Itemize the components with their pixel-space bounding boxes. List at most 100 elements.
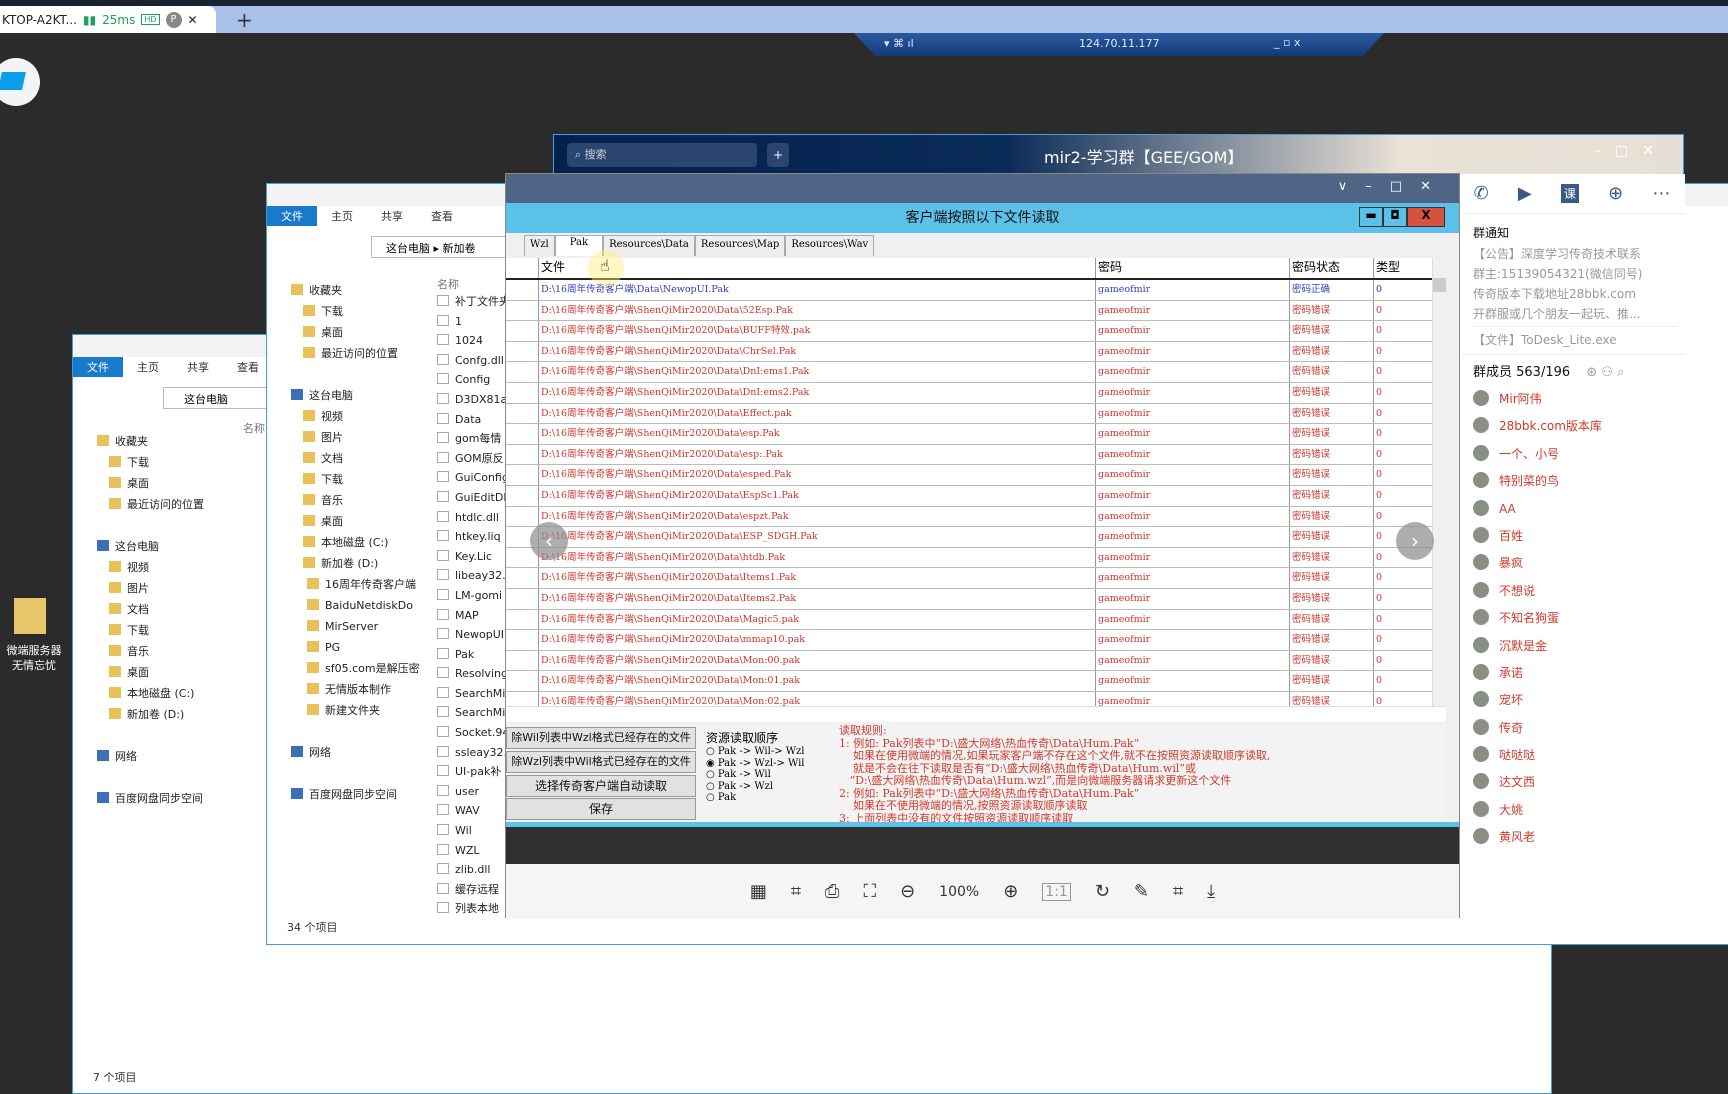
- file-item[interactable]: GuiEditDl: [437, 488, 507, 508]
- ribbon-tab[interactable]: 主页: [123, 357, 173, 377]
- member-item[interactable]: 传奇: [1459, 715, 1685, 742]
- table-row[interactable]: D:\16周年传奇客户端\ShenQiMir2020\Data\Mon:00.p…: [506, 650, 1446, 672]
- file-item[interactable]: ssleay32.: [437, 743, 507, 763]
- name-column-header[interactable]: 名称: [243, 420, 265, 436]
- file-item[interactable]: libeay32.: [437, 566, 507, 586]
- table-row[interactable]: D:\16周年传奇客户端\ShenQiMir2020\Data\BUFF特效.p…: [506, 321, 1446, 342]
- viewer-window-controls[interactable]: ∨–□✕: [1338, 179, 1449, 194]
- order-option[interactable]: ○ Pak -> Wil: [706, 769, 841, 781]
- order-option[interactable]: ○ Pak -> Wil-> Wzl: [706, 746, 841, 758]
- file-item[interactable]: 1024: [437, 331, 507, 351]
- radio-icon[interactable]: ○: [706, 781, 718, 792]
- file-item[interactable]: 补丁文件夹: [437, 292, 507, 312]
- file-item[interactable]: Data: [437, 410, 507, 430]
- file-item[interactable]: Wil: [437, 821, 507, 841]
- file-item[interactable]: Config: [437, 370, 507, 390]
- file-item[interactable]: Confg.dll: [437, 351, 507, 371]
- table-row[interactable]: D:\16周年传奇客户端\ShenQiMir2020\Data\mmap10.p…: [506, 630, 1446, 651]
- minimize-button[interactable]: ▬: [1359, 207, 1383, 227]
- todesk-logo-icon[interactable]: [0, 58, 40, 106]
- horizontal-scrollbar[interactable]: [506, 706, 1446, 722]
- member-item[interactable]: 不知名狗蛋: [1459, 605, 1685, 632]
- edit-icon[interactable]: ✎: [1134, 881, 1149, 902]
- nav-item[interactable]: 桌面: [97, 662, 204, 683]
- file-item[interactable]: UI-pak补: [437, 762, 507, 782]
- member-item[interactable]: 沉默是金: [1459, 633, 1685, 660]
- nav-item[interactable]: 文档: [291, 448, 420, 469]
- nav-item[interactable]: 网络: [291, 742, 420, 763]
- nav-item[interactable]: 文档: [97, 599, 204, 620]
- zoom-out-icon[interactable]: ⊖: [900, 881, 915, 902]
- menu-arrow-icon[interactable]: ▾ ⌘ ıl: [884, 37, 914, 50]
- table-row[interactable]: D:\16周年传奇客户端\ShenQiMir2020\Data\htdb.Pak…: [506, 547, 1446, 569]
- nav-item[interactable]: BaiduNetdiskDo: [291, 595, 420, 616]
- address-bar[interactable]: 这台电脑 ▸ 新加卷: [371, 236, 521, 258]
- phone-icon[interactable]: ✆: [1474, 183, 1489, 204]
- file-item[interactable]: 1: [437, 312, 507, 332]
- nav-item[interactable]: 音乐: [291, 490, 420, 511]
- nav-item[interactable]: 下载: [291, 301, 420, 322]
- translate-icon[interactable]: ⎙: [825, 881, 839, 902]
- window-controls[interactable]: –□✕: [1594, 143, 1668, 159]
- file-item[interactable]: NewopUI: [437, 625, 507, 645]
- order-option[interactable]: ○ Pak: [706, 792, 841, 804]
- ocr-icon[interactable]: ⌗: [791, 881, 801, 902]
- table-row[interactable]: D:\16周年传奇客户端\ShenQiMir2020\Data\Mon:01.p…: [506, 671, 1446, 692]
- video-icon[interactable]: ▶: [1518, 183, 1532, 204]
- member-item[interactable]: 达文西: [1459, 769, 1685, 796]
- table-row[interactable]: D:\16周年传奇客户端\ShenQiMir2020\Data\Items1.P…: [506, 568, 1446, 589]
- nav-item[interactable]: MirServer: [291, 616, 420, 637]
- file-item[interactable]: 缓存远程: [437, 880, 507, 900]
- tab-wzl[interactable]: Wzl: [524, 235, 555, 256]
- nav-item[interactable]: PG: [291, 637, 420, 658]
- name-column-header[interactable]: 名称: [437, 276, 459, 292]
- rotate-icon[interactable]: ↻: [1095, 881, 1110, 902]
- prev-image-button[interactable]: ‹: [530, 522, 568, 560]
- nav-item[interactable]: 这台电脑: [97, 536, 204, 557]
- table-row[interactable]: D:\16周年传奇客户端\ShenQiMir2020\Data\esp:.Pak…: [506, 444, 1446, 466]
- table-row[interactable]: D:\16周年传奇客户端\ShenQiMir2020\Data\ChrSel.P…: [506, 341, 1446, 363]
- nav-item[interactable]: 网络: [97, 746, 204, 767]
- remote-control-bar[interactable]: ▾ ⌘ ıl 124.70.11.177 _ ▫ x: [854, 33, 1384, 56]
- nav-item[interactable]: 百度网盘同步空间: [97, 788, 204, 809]
- ribbon-tab[interactable]: 查看: [417, 206, 467, 226]
- notice-file[interactable]: 【文件】ToDesk_Lite.exe: [1473, 326, 1677, 354]
- file-item[interactable]: WZL: [437, 841, 507, 861]
- nav-item[interactable]: 下载: [97, 452, 204, 473]
- vertical-scrollbar[interactable]: [1432, 258, 1446, 706]
- nav-item[interactable]: 桌面: [97, 473, 204, 494]
- table-row[interactable]: D:\16周年传奇客户端\ShenQiMir2020\Data\DnI:ems1…: [506, 362, 1446, 383]
- table-row[interactable]: D:\16周年传奇客户端\ShenQiMir2020\Data\52Esp.Pa…: [506, 300, 1446, 322]
- file-item[interactable]: htdlc.dll: [437, 508, 507, 528]
- file-item[interactable]: htkey.liq: [437, 527, 507, 547]
- remote-session-tab[interactable]: KTOP-A2KT... ▮▮ 25ms HD P ✕: [0, 6, 216, 33]
- nav-item[interactable]: 无情版本制作: [291, 679, 420, 700]
- file-item[interactable]: user: [437, 782, 507, 802]
- member-item[interactable]: 特别菜的鸟: [1459, 468, 1685, 495]
- radio-icon[interactable]: ○: [706, 792, 718, 803]
- member-item[interactable]: 暴疯: [1459, 550, 1685, 577]
- nav-item[interactable]: 收藏夹: [97, 431, 204, 452]
- tab-resources-wav[interactable]: Resources\Wav: [785, 235, 875, 256]
- folder-icon[interactable]: [14, 598, 46, 634]
- group-notice[interactable]: 群通知 【公告】深度学习传奇技术联系 群主:15139054321(微信同号) 传奇…: [1459, 214, 1685, 354]
- add-button[interactable]: +: [767, 143, 789, 167]
- nav-item[interactable]: 收藏夹: [291, 280, 420, 301]
- download-icon[interactable]: ⤓: [1207, 881, 1215, 902]
- table-row[interactable]: D:\16周年传奇客户端\Data\NewopUI.Pak gameofmir 密码…: [506, 280, 1446, 301]
- column-header[interactable]: 密码状态: [1289, 258, 1340, 278]
- nav-item[interactable]: 16周年传奇客户端: [291, 574, 420, 595]
- nav-item[interactable]: 下载: [291, 469, 420, 490]
- profile-icon[interactable]: P: [165, 11, 182, 28]
- member-item[interactable]: 哒哒哒: [1459, 742, 1685, 769]
- file-item[interactable]: Socket.94: [437, 723, 507, 743]
- member-item[interactable]: Mir阿伟: [1459, 386, 1685, 413]
- file-item[interactable]: LM-gomi: [437, 586, 507, 606]
- layout-icon[interactable]: ▦: [750, 881, 767, 902]
- file-item[interactable]: gom每情: [437, 429, 507, 449]
- file-item[interactable]: GuiConfig: [437, 468, 507, 488]
- hd-badge[interactable]: HD: [141, 14, 160, 25]
- nav-item[interactable]: 桌面: [291, 322, 420, 343]
- group-title[interactable]: mir2-学习群【GEE/GOM】: [1044, 144, 1243, 168]
- member-item[interactable]: 一个、小号: [1459, 441, 1685, 468]
